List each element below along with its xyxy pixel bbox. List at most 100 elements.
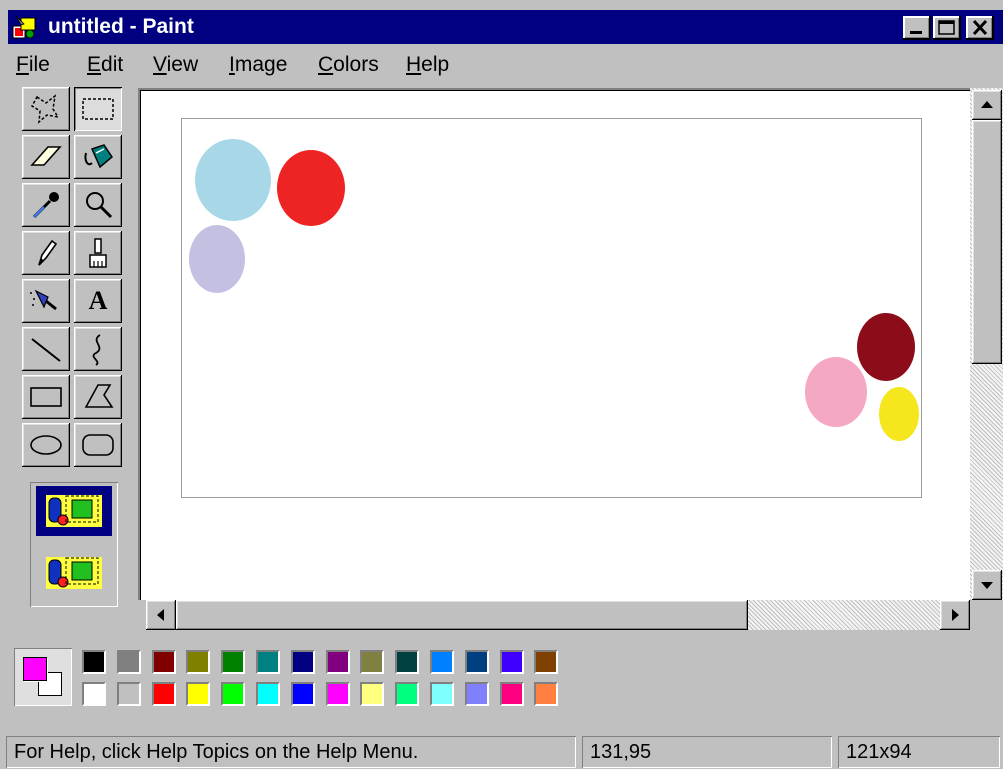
rounded-rectangle-icon (82, 434, 114, 456)
palette-color-bottom-5[interactable] (256, 682, 280, 706)
palette-color-top-5[interactable] (256, 650, 280, 674)
palette-color-bottom-4[interactable] (221, 682, 246, 706)
palette-color-bottom-9[interactable] (395, 682, 420, 706)
menu-file[interactable]: File (16, 52, 50, 78)
option-opaque-selection[interactable] (36, 486, 112, 536)
scrollbar-corner (970, 600, 1003, 630)
palette-color-top-3[interactable] (186, 650, 211, 674)
palette-color-top-9[interactable] (395, 650, 420, 674)
palette-color-bottom-11[interactable] (464, 682, 489, 706)
palette-color-top-1[interactable] (116, 650, 141, 674)
tool-rectangle-select[interactable] (74, 87, 122, 131)
foreground-color-swatch[interactable] (23, 657, 47, 681)
menu-file-mnemonic: F (16, 53, 29, 76)
polygon-icon (84, 384, 114, 408)
circle-lavender (189, 225, 245, 293)
menu-edit[interactable]: Edit (87, 52, 123, 78)
tool-fill[interactable] (74, 135, 122, 179)
menu-edit-mnemonic: E (87, 53, 102, 76)
minimize-button[interactable] (903, 16, 931, 40)
circle-red (277, 150, 345, 226)
text-tool-glyph: A (88, 286, 108, 315)
brush-icon (89, 238, 107, 268)
menu-view-label: iew (166, 53, 199, 76)
menu-image-label: mage (234, 53, 288, 76)
palette-color-bottom-6[interactable] (290, 682, 315, 706)
vertical-scrollbar[interactable] (970, 88, 1003, 600)
canvas-drawing (189, 139, 919, 441)
scroll-down-button[interactable] (972, 570, 1002, 600)
tool-polygon[interactable] (74, 375, 122, 419)
tool-airbrush[interactable] (22, 279, 70, 323)
tool-pencil[interactable] (22, 231, 70, 275)
palette-color-bottom-2[interactable] (151, 682, 176, 706)
title-bar[interactable]: untitled - Paint (8, 10, 1003, 44)
option-transparent-selection[interactable] (36, 548, 112, 598)
palette-color-top-6[interactable] (290, 650, 315, 674)
circle-yellow (879, 387, 919, 441)
tool-ellipse[interactable] (22, 423, 70, 467)
palette-color-top-13[interactable] (534, 650, 559, 674)
vertical-scroll-thumb[interactable] (972, 120, 1002, 364)
paint-window: untitled - Paint File Edit View Image Co… (0, 0, 1003, 769)
palette-color-top-0[interactable] (82, 650, 106, 674)
scroll-up-button[interactable] (972, 90, 1002, 120)
tool-text[interactable]: A (74, 279, 122, 323)
tool-rounded-rectangle[interactable] (74, 423, 122, 467)
tool-eraser[interactable] (22, 135, 70, 179)
menu-colors-mnemonic: C (318, 53, 334, 76)
scroll-left-button[interactable] (146, 600, 176, 630)
arrow-left-icon (157, 609, 164, 621)
palette-color-top-11[interactable] (464, 650, 489, 674)
maximize-button[interactable] (933, 16, 961, 40)
color-palette (14, 644, 574, 714)
menu-colors[interactable]: Colors (318, 52, 379, 78)
palette-color-bottom-12[interactable] (499, 682, 524, 706)
tool-color-picker[interactable] (22, 183, 70, 227)
airbrush-icon (30, 289, 57, 311)
tool-brush[interactable] (74, 231, 122, 275)
arrow-right-icon (952, 609, 959, 621)
menu-view-mnemonic: V (153, 53, 167, 76)
menu-file-label: ile (28, 53, 50, 76)
ellipse-icon (30, 435, 62, 455)
free-form-select-icon (30, 94, 60, 124)
tool-magnifier[interactable] (74, 183, 122, 227)
palette-color-bottom-8[interactable] (360, 682, 385, 706)
menu-colors-label: olors (333, 53, 379, 76)
drawing-canvas[interactable] (181, 118, 922, 498)
palette-color-top-8[interactable] (360, 650, 385, 674)
tool-free-form-select[interactable] (22, 87, 70, 131)
tool-rectangle[interactable] (22, 375, 70, 419)
palette-color-bottom-3[interactable] (186, 682, 211, 706)
horizontal-scrollbar[interactable] (146, 600, 972, 630)
menu-help[interactable]: Help (406, 52, 449, 78)
tool-line[interactable] (22, 327, 70, 371)
palette-color-top-10[interactable] (430, 650, 454, 674)
menu-image[interactable]: Image (229, 52, 287, 78)
status-selection-size: 121x94 (838, 736, 1000, 768)
line-icon (31, 338, 61, 362)
palette-color-bottom-0[interactable] (82, 682, 106, 706)
tool-curve[interactable] (74, 327, 122, 371)
palette-color-top-2[interactable] (151, 650, 176, 674)
close-button[interactable] (966, 16, 994, 40)
horizontal-scroll-thumb[interactable] (176, 600, 748, 630)
palette-color-bottom-10[interactable] (430, 682, 454, 706)
curve-icon (92, 334, 101, 366)
palette-color-top-7[interactable] (325, 650, 350, 674)
palette-color-top-12[interactable] (499, 650, 524, 674)
scroll-right-button[interactable] (940, 600, 970, 630)
menu-help-mnemonic: H (406, 53, 422, 76)
circle-dark-red (857, 313, 915, 381)
palette-color-bottom-1[interactable] (116, 682, 141, 706)
palette-color-bottom-13[interactable] (534, 682, 559, 706)
palette-color-bottom-7[interactable] (325, 682, 350, 706)
rectangle-icon (30, 387, 62, 407)
menu-edit-label: dit (101, 53, 124, 76)
color-selector[interactable] (14, 648, 72, 706)
rectangle-select-icon (82, 98, 114, 120)
palette-color-top-4[interactable] (221, 650, 246, 674)
menu-view[interactable]: View (153, 52, 198, 78)
opaque-selection-icon (46, 495, 102, 527)
